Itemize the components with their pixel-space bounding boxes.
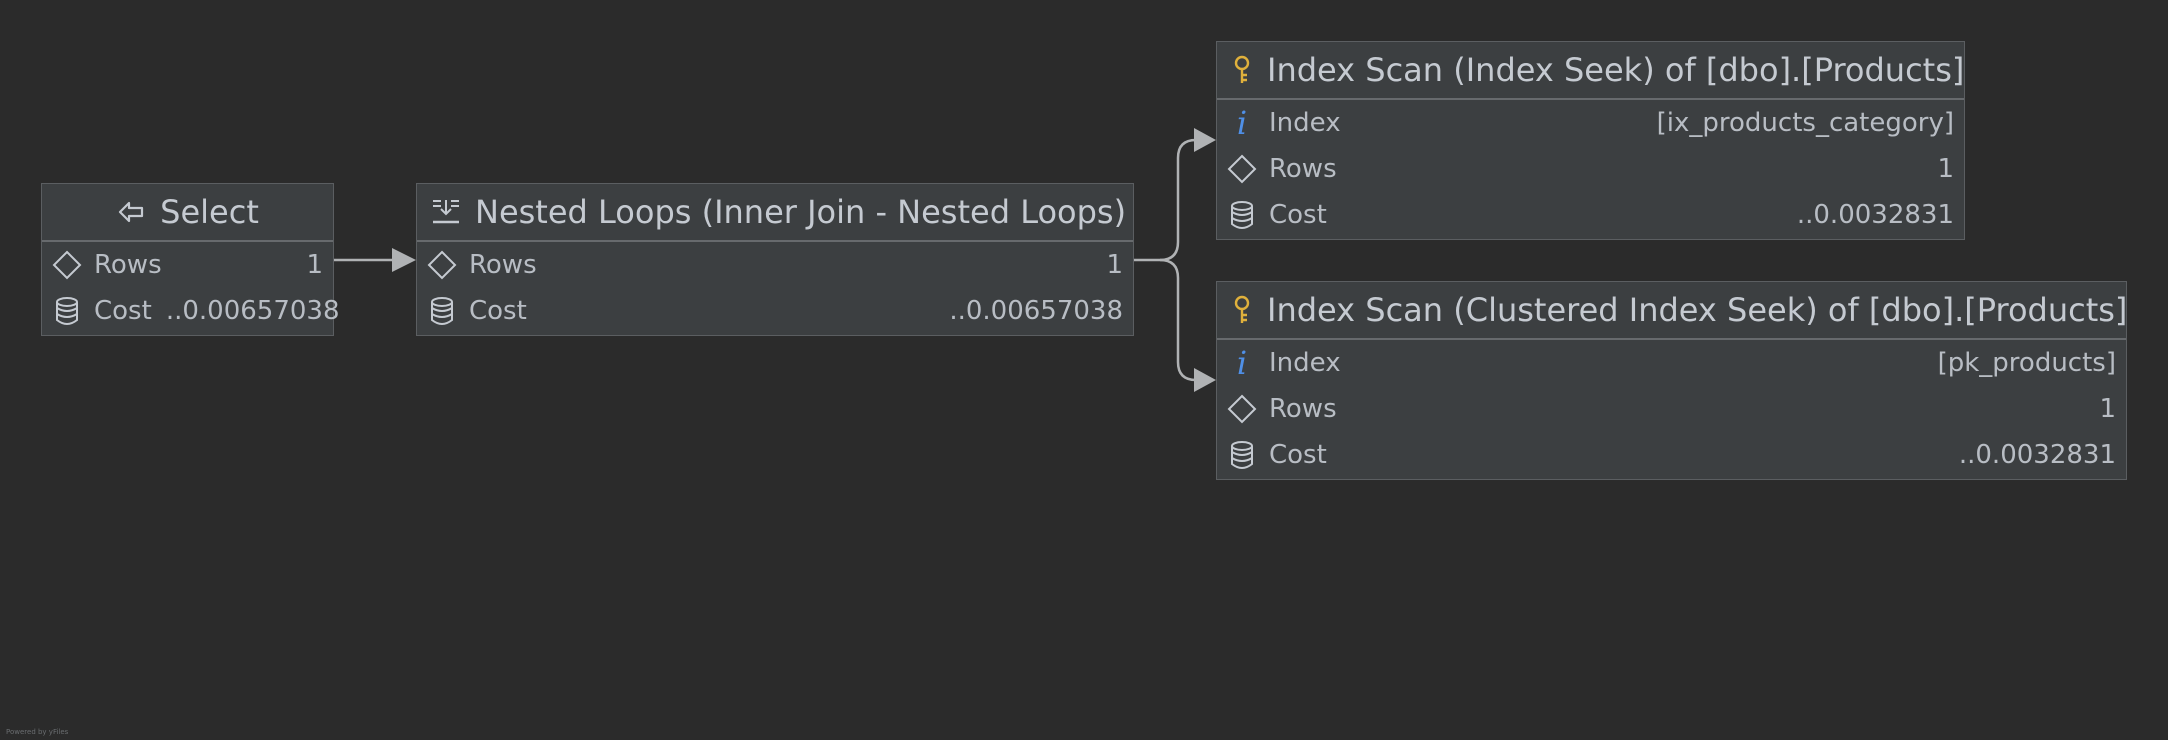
database-icon [52,296,82,326]
row-value: ..0.0032831 [1796,200,1954,230]
diamond-icon [1227,394,1257,424]
row-value: 1 [2099,394,2116,424]
row-label: Index [1269,108,1341,138]
powered-by-footer: Powered by yFiles [6,728,69,736]
row-value: ..0.00657038 [165,296,340,326]
node-index-seek-header: Index Scan (Index Seek) of [dbo].[Produc… [1217,42,1964,100]
info-icon: i [1236,104,1248,142]
info-icon: i [1236,344,1248,382]
row-label: Index [1269,348,1341,378]
node-select[interactable]: Select Rows 1 Cost ..0.00657038 [41,183,339,336]
row-value: ..0.00657038 [949,296,1123,326]
node-nested-loops-row-cost: Cost ..0.00657038 [417,288,1133,334]
row-value: 1 [306,250,323,280]
edge-nested-loops-index-seek-arrow [1194,128,1216,152]
node-clustered-seek-title: Index Scan (Clustered Index Seek) of [db… [1267,291,2128,329]
node-nested-loops[interactable]: Nested Loops (Inner Join - Nested Loops)… [416,183,1134,336]
node-clustered-seek[interactable]: Index Scan (Clustered Index Seek) of [db… [1216,281,2127,480]
node-nested-loops-row-rows: Rows 1 [417,242,1133,288]
row-label: Cost [1269,200,1327,230]
row-label: Cost [94,296,152,326]
row-value: 1 [1106,250,1123,280]
node-select-title: Select [160,193,259,231]
database-icon [427,296,457,326]
row-label: Rows [469,250,537,280]
node-nested-loops-title: Nested Loops (Inner Join - Nested Loops) [475,193,1127,231]
query-plan-canvas: Select Rows 1 Cost ..0.00657038 Nested L… [0,0,2168,740]
node-clustered-seek-row-rows: Rows 1 [1217,386,2126,432]
database-icon [1227,200,1257,230]
row-value: [pk_products] [1937,348,2116,378]
node-index-seek[interactable]: Index Scan (Index Seek) of [dbo].[Produc… [1216,41,1965,240]
key-icon [1231,295,1253,325]
row-label: Rows [1269,394,1337,424]
row-label: Cost [1269,440,1327,470]
row-value: 1 [1937,154,1954,184]
node-clustered-seek-header: Index Scan (Clustered Index Seek) of [db… [1217,282,2128,340]
node-select-row-rows: Rows 1 [42,242,333,288]
diamond-icon [427,250,457,280]
database-icon [1227,440,1257,470]
node-select-header: Select [42,184,333,242]
node-index-seek-title: Index Scan (Index Seek) of [dbo].[Produc… [1267,51,1965,89]
diamond-icon [52,250,82,280]
row-value: [ix_products_category] [1656,108,1954,138]
node-index-seek-row-rows: Rows 1 [1217,146,1964,192]
row-label: Cost [469,296,527,326]
node-index-seek-row-cost: Cost ..0.0032831 [1217,192,1964,238]
node-nested-loops-header: Nested Loops (Inner Join - Nested Loops) [417,184,1133,242]
row-value: ..0.0032831 [1958,440,2116,470]
row-label: Rows [1269,154,1337,184]
node-select-row-cost: Cost ..0.00657038 [42,288,339,334]
key-icon [1231,55,1253,85]
row-label: Rows [94,250,162,280]
arrow-left-icon [116,197,146,227]
diamond-icon [1227,154,1257,184]
node-clustered-seek-row-index: i Index [pk_products] [1217,340,2126,386]
node-clustered-seek-row-cost: Cost ..0.0032831 [1217,432,2126,478]
nested-loops-icon [431,197,461,227]
edge-nested-loops-index-seek [1134,138,1198,262]
node-index-seek-row-index: i Index [ix_products_category] [1217,100,1964,146]
edge-nested-loops-clustered-seek [1159,258,1198,382]
edge-select-nested-loops-arrow [392,248,416,272]
edge-nested-loops-clustered-seek-arrow [1194,368,1216,392]
